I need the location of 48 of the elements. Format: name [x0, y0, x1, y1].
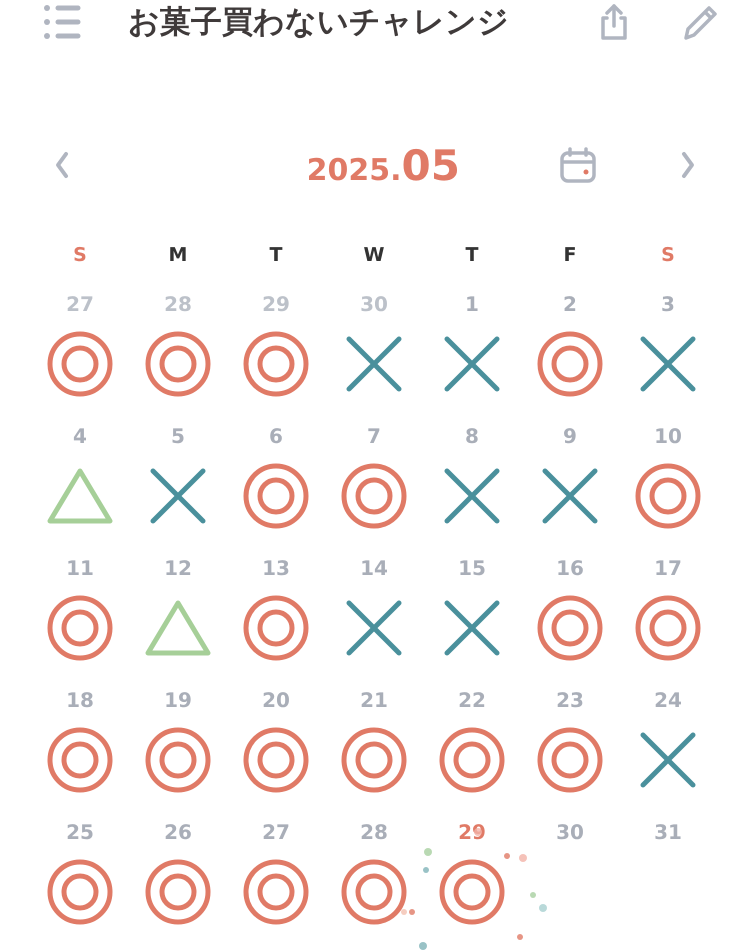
weekday-label: T: [270, 244, 282, 266]
day-number[interactable]: 10: [654, 424, 682, 448]
day-number[interactable]: 22: [458, 688, 486, 712]
next-icon[interactable]: [680, 151, 696, 179]
day-number[interactable]: 5: [171, 424, 185, 448]
day-number[interactable]: 28: [360, 820, 388, 844]
day-number[interactable]: 25: [66, 820, 94, 844]
day-number[interactable]: 14: [360, 556, 388, 580]
day-number[interactable]: 12: [164, 556, 192, 580]
day-number[interactable]: 19: [164, 688, 192, 712]
day-number[interactable]: 3: [661, 292, 675, 316]
day-number[interactable]: 26: [164, 820, 192, 844]
day-number[interactable]: 4: [73, 424, 87, 448]
calendar-icon[interactable]: [558, 145, 598, 185]
day-number[interactable]: 8: [465, 424, 479, 448]
day-number[interactable]: 27: [66, 292, 94, 316]
previous-icon[interactable]: [54, 151, 70, 179]
day-number[interactable]: 24: [654, 688, 682, 712]
weekday-label: T: [466, 244, 478, 266]
day-number[interactable]: 9: [563, 424, 577, 448]
day-number[interactable]: 29: [458, 820, 486, 844]
month-label: 2025.05: [306, 140, 460, 190]
day-number[interactable]: 28: [164, 292, 192, 316]
day-number[interactable]: 27: [262, 820, 290, 844]
day-number[interactable]: 30: [556, 820, 584, 844]
weekday-label: S: [661, 244, 675, 266]
day-number[interactable]: 7: [367, 424, 381, 448]
app-title: お菓子買わないチャレンジ: [128, 3, 509, 42]
day-number[interactable]: 6: [269, 424, 283, 448]
weekday-label: W: [364, 244, 384, 266]
day-number[interactable]: 31: [654, 820, 682, 844]
day-number[interactable]: 11: [66, 556, 94, 580]
day-number[interactable]: 2: [563, 292, 577, 316]
day-number[interactable]: 13: [262, 556, 290, 580]
day-number[interactable]: 23: [556, 688, 584, 712]
day-number[interactable]: 30: [360, 292, 388, 316]
day-number[interactable]: 29: [262, 292, 290, 316]
day-number[interactable]: 21: [360, 688, 388, 712]
weekday-label: F: [564, 244, 576, 266]
day-number[interactable]: 16: [556, 556, 584, 580]
weekday-label: S: [73, 244, 87, 266]
day-number[interactable]: 17: [654, 556, 682, 580]
weekday-label: M: [168, 244, 188, 266]
day-number[interactable]: 18: [66, 688, 94, 712]
day-number[interactable]: 1: [465, 292, 479, 316]
day-number[interactable]: 20: [262, 688, 290, 712]
day-number[interactable]: 15: [458, 556, 486, 580]
menu-icon[interactable]: [42, 2, 82, 42]
